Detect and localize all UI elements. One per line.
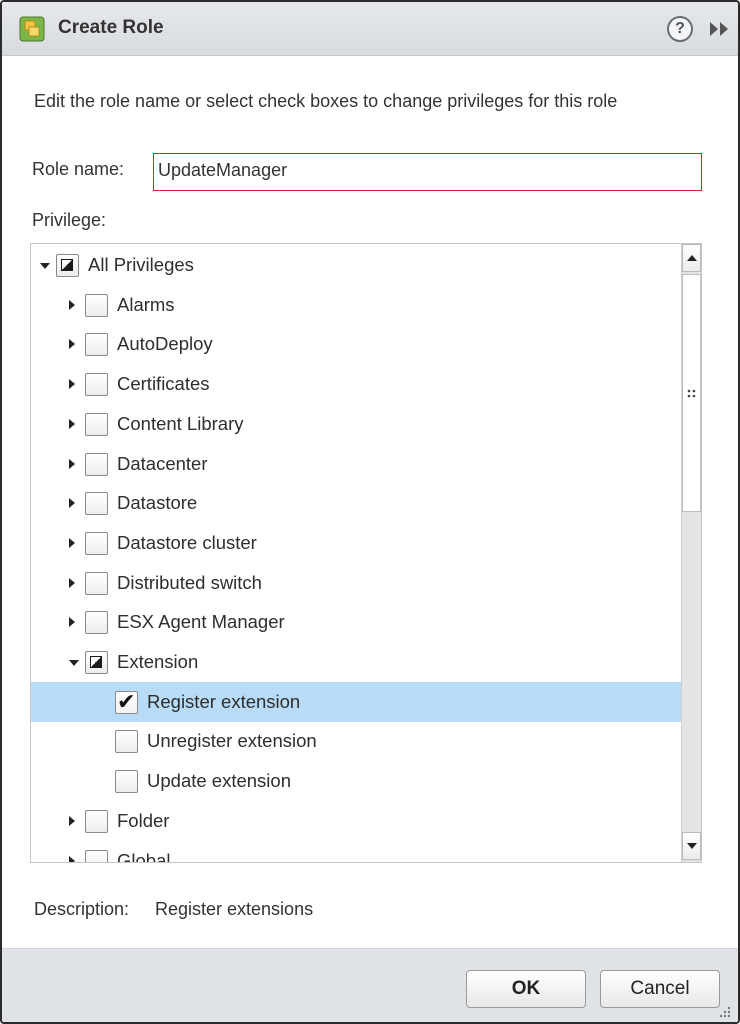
caret-right-icon[interactable]: [69, 815, 75, 826]
role-name-input[interactable]: [153, 153, 702, 191]
tree-row[interactable]: Datastore cluster: [31, 523, 681, 563]
resize-grip-icon[interactable]: [714, 1001, 732, 1019]
tree-row-label: Update extension: [147, 770, 291, 792]
dialog-footer: OK Cancel: [2, 948, 738, 1022]
tree-scrollbar[interactable]: [681, 244, 701, 862]
tree-row[interactable]: Distributed switch: [31, 563, 681, 603]
privilege-checkbox[interactable]: [85, 492, 108, 516]
tree-row[interactable]: Unregister extension: [31, 721, 681, 761]
tree-row-label: Datastore cluster: [117, 531, 257, 553]
tree-row[interactable]: ✔ Register extension: [31, 681, 681, 722]
title-bar[interactable]: Create Role ?: [2, 2, 738, 56]
tree-row-label: AutoDeploy: [117, 333, 213, 355]
tree-row-label: All Privileges: [88, 254, 194, 275]
privilege-checkbox[interactable]: [85, 412, 108, 436]
caret-right-icon[interactable]: [69, 458, 75, 469]
tree-row-label: Datastore: [117, 492, 198, 514]
tree-row[interactable]: Datacenter: [31, 444, 681, 484]
tree-row-label: Alarms: [117, 293, 175, 315]
privilege-checkbox[interactable]: [85, 333, 108, 357]
checkmark-icon: ✔: [117, 688, 136, 714]
intro-text: Edit the role name or select check boxes…: [34, 91, 618, 111]
privilege-checkbox[interactable]: [85, 452, 108, 476]
privilege-tree: All Privileges Alarms AutoDeploy Certificat…: [30, 243, 702, 863]
help-icon[interactable]: ?: [667, 16, 693, 42]
tree-row[interactable]: Content Library: [31, 404, 681, 444]
caret-right-icon[interactable]: [69, 577, 75, 588]
privilege-checkbox[interactable]: [85, 531, 108, 555]
tree-row-label: Distributed switch: [117, 571, 262, 593]
role-icon: [19, 16, 45, 42]
tree-row-label: Global: [117, 849, 171, 863]
role-name-label: Role name:: [32, 159, 125, 179]
caret-right-icon[interactable]: [69, 339, 75, 350]
privilege-checkbox[interactable]: [115, 730, 138, 754]
tree-row[interactable]: Alarms: [31, 285, 681, 325]
tree-row[interactable]: AutoDeploy: [31, 324, 681, 364]
caret-right-icon[interactable]: [69, 299, 75, 310]
privilege-checkbox[interactable]: [85, 849, 108, 862]
tree-row-label: Datacenter: [117, 452, 208, 474]
tree-row-label: Folder: [117, 809, 170, 831]
grip-icon: [687, 389, 696, 398]
dialog-title: Create Role: [58, 17, 164, 38]
description-value: Register extensions: [155, 899, 314, 919]
caret-right-icon[interactable]: [69, 617, 75, 628]
privilege-checkbox[interactable]: [85, 651, 108, 674]
double-chevron-right-icon[interactable]: [707, 18, 731, 40]
tree-row[interactable]: ESX Agent Manager: [31, 602, 681, 642]
caret-right-icon[interactable]: [69, 418, 75, 429]
scroll-down-arrow-icon[interactable]: [682, 832, 701, 860]
cancel-button[interactable]: Cancel: [600, 970, 720, 1008]
description-label: Description:: [34, 899, 130, 919]
privilege-checkbox[interactable]: [85, 809, 108, 833]
tree-row[interactable]: Datastore: [31, 483, 681, 523]
scroll-up-arrow-icon[interactable]: [682, 244, 701, 272]
privilege-checkbox[interactable]: [85, 373, 108, 397]
privilege-checkbox[interactable]: ✔: [115, 688, 138, 714]
caret-right-icon[interactable]: [69, 537, 75, 548]
privilege-label: Privilege:: [32, 210, 107, 230]
caret-down-icon[interactable]: [40, 263, 50, 269]
tree-row-label: Extension: [117, 651, 199, 672]
tree-row-label: Register extension: [147, 690, 301, 712]
tree-row-label: Unregister extension: [147, 730, 317, 752]
privilege-checkbox[interactable]: [85, 293, 108, 317]
tree-row-label: Content Library: [117, 412, 244, 434]
tree-row-label: Certificates: [117, 373, 210, 395]
caret-right-icon[interactable]: [69, 498, 75, 509]
tree-row[interactable]: Update extension: [31, 761, 681, 801]
tree-row[interactable]: Global: [31, 841, 681, 863]
privilege-checkbox[interactable]: [115, 770, 138, 794]
ok-button[interactable]: OK: [466, 970, 586, 1008]
tree-row[interactable]: All Privileges: [31, 245, 681, 285]
tree-row[interactable]: Folder: [31, 801, 681, 841]
tree-row[interactable]: Extension: [31, 642, 681, 682]
create-role-dialog: Create Role ? Edit the role name or sele…: [0, 0, 740, 1024]
privilege-checkbox[interactable]: [85, 611, 108, 635]
privilege-checkbox[interactable]: [85, 571, 108, 595]
scroll-thumb[interactable]: [682, 274, 701, 512]
privilege-tree-list: All Privileges Alarms AutoDeploy Certificat…: [31, 244, 681, 862]
caret-down-icon[interactable]: [69, 660, 79, 666]
privilege-checkbox[interactable]: [56, 254, 79, 277]
caret-right-icon[interactable]: [69, 855, 75, 862]
caret-right-icon[interactable]: [69, 379, 75, 390]
tree-row-label: ESX Agent Manager: [117, 611, 285, 633]
tree-row[interactable]: Certificates: [31, 364, 681, 404]
